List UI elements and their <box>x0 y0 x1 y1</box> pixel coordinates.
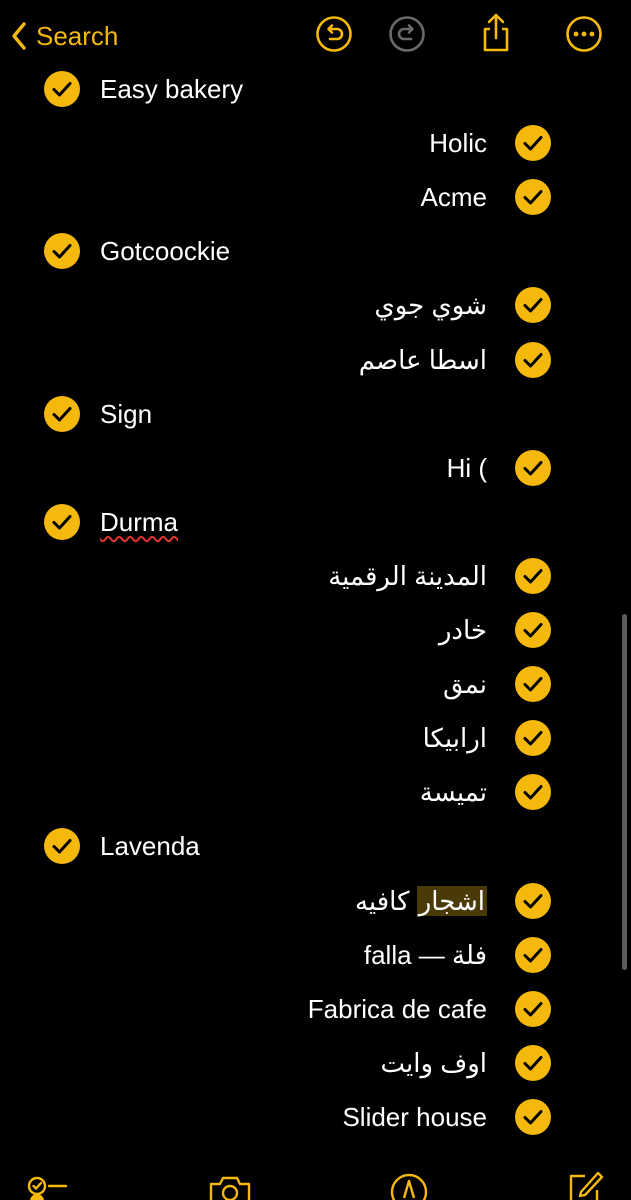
checklist-item-text[interactable]: Durma <box>100 507 178 538</box>
checkmark-circle-icon[interactable] <box>515 125 551 161</box>
checklist-item[interactable]: Lavenda <box>44 819 200 873</box>
checklist-item[interactable]: Sign <box>44 387 152 441</box>
checklist-item-text[interactable]: Acme <box>421 182 487 213</box>
checklist-item-text[interactable]: Gotcoockie <box>100 236 230 267</box>
checkmark-circle-icon[interactable] <box>515 774 551 810</box>
checkmark-circle-icon[interactable] <box>515 342 551 378</box>
checkmark-circle-icon[interactable] <box>515 666 551 702</box>
checklist-item[interactable]: Easy bakery <box>44 62 243 116</box>
redo-icon[interactable] <box>388 15 426 53</box>
checklist-subitem[interactable]: شوي جوي <box>374 278 551 332</box>
checklist-subitem[interactable]: المدينة الرقمية <box>328 549 551 603</box>
checklist-subitem[interactable]: اشجار كافيه <box>355 874 551 928</box>
compose-icon[interactable] <box>565 1170 605 1200</box>
scrollbar[interactable] <box>622 614 627 970</box>
text-highlight: اشجار <box>416 885 487 916</box>
checklist-subitem[interactable]: اسطا عاصم <box>359 333 551 387</box>
checklist-item-text[interactable]: اشجار كافيه <box>355 885 487 917</box>
checklist-item-text[interactable]: Fabrica de cafe <box>308 994 487 1025</box>
back-label: Search <box>36 20 119 51</box>
checklist-subitem[interactable]: Fabrica de cafe <box>308 982 551 1036</box>
checklist-item-text[interactable]: ارابيكا <box>423 723 487 754</box>
checkmark-circle-icon[interactable] <box>515 612 551 648</box>
checklist-item-text[interactable]: Holic <box>429 128 487 159</box>
checklist-subitem[interactable]: Holic <box>429 116 551 170</box>
checkmark-circle-icon[interactable] <box>44 828 80 864</box>
markup-pen-icon[interactable] <box>389 1172 429 1200</box>
checklist-item-text[interactable]: falla — فلة <box>364 940 487 971</box>
checklist-icon[interactable] <box>26 1174 70 1200</box>
checklist-item-text[interactable]: اوف وايت <box>380 1048 487 1079</box>
checkmark-circle-icon[interactable] <box>44 504 80 540</box>
checkmark-circle-icon[interactable] <box>515 883 551 919</box>
checklist-item-text[interactable]: خادر <box>439 615 487 646</box>
checklist-subitem[interactable]: تميسة <box>420 765 551 819</box>
bottom-toolbar <box>0 1160 631 1200</box>
checklist-subitem[interactable]: falla — فلة <box>364 928 551 982</box>
checkmark-circle-icon[interactable] <box>44 71 80 107</box>
checklist-item-text[interactable]: Sign <box>100 399 152 430</box>
checkmark-circle-icon[interactable] <box>44 396 80 432</box>
checklist-item-text[interactable]: Lavenda <box>100 831 200 862</box>
checkmark-circle-icon[interactable] <box>515 179 551 215</box>
checkmark-circle-icon[interactable] <box>515 558 551 594</box>
checkmark-circle-icon[interactable] <box>515 1045 551 1081</box>
checklist-item-text[interactable]: تميسة <box>420 777 487 808</box>
checklist-item-text[interactable]: شوي جوي <box>374 290 487 321</box>
checklist-subitem[interactable]: نمق <box>443 657 551 711</box>
undo-icon[interactable] <box>315 15 353 53</box>
checklist-item[interactable]: Gotcoockie <box>44 224 230 278</box>
checklist-item-text[interactable]: المدينة الرقمية <box>328 561 487 592</box>
camera-icon[interactable] <box>207 1174 253 1200</box>
checkmark-circle-icon[interactable] <box>44 233 80 269</box>
share-icon[interactable] <box>478 12 514 54</box>
checklist-subitem[interactable]: Acme <box>421 170 551 224</box>
chevron-left-icon <box>12 22 26 50</box>
checklist-item-text[interactable]: Easy bakery <box>100 74 243 105</box>
checklist-subitem[interactable]: Slider house <box>342 1090 551 1144</box>
more-icon[interactable] <box>565 15 603 53</box>
checklist-item-text[interactable]: اسطا عاصم <box>359 345 487 376</box>
checklist-subitem[interactable]: خادر <box>439 603 551 657</box>
checklist-item[interactable]: Durma <box>44 495 178 549</box>
checklist-subitem[interactable]: اوف وايت <box>380 1036 551 1090</box>
checkmark-circle-icon[interactable] <box>515 450 551 486</box>
checklist-subitem[interactable]: Hi ( <box>447 441 551 495</box>
checkmark-circle-icon[interactable] <box>515 991 551 1027</box>
checkmark-circle-icon[interactable] <box>515 1099 551 1135</box>
checkmark-circle-icon[interactable] <box>515 720 551 756</box>
back-button[interactable]: Search <box>10 16 118 56</box>
checklist-item-text[interactable]: Hi ( <box>447 453 487 484</box>
checklist-item-text[interactable]: Slider house <box>342 1102 487 1133</box>
checkmark-circle-icon[interactable] <box>515 287 551 323</box>
checkmark-circle-icon[interactable] <box>515 937 551 973</box>
checklist-item-text[interactable]: نمق <box>443 669 487 700</box>
checklist-subitem[interactable]: ارابيكا <box>423 711 551 765</box>
